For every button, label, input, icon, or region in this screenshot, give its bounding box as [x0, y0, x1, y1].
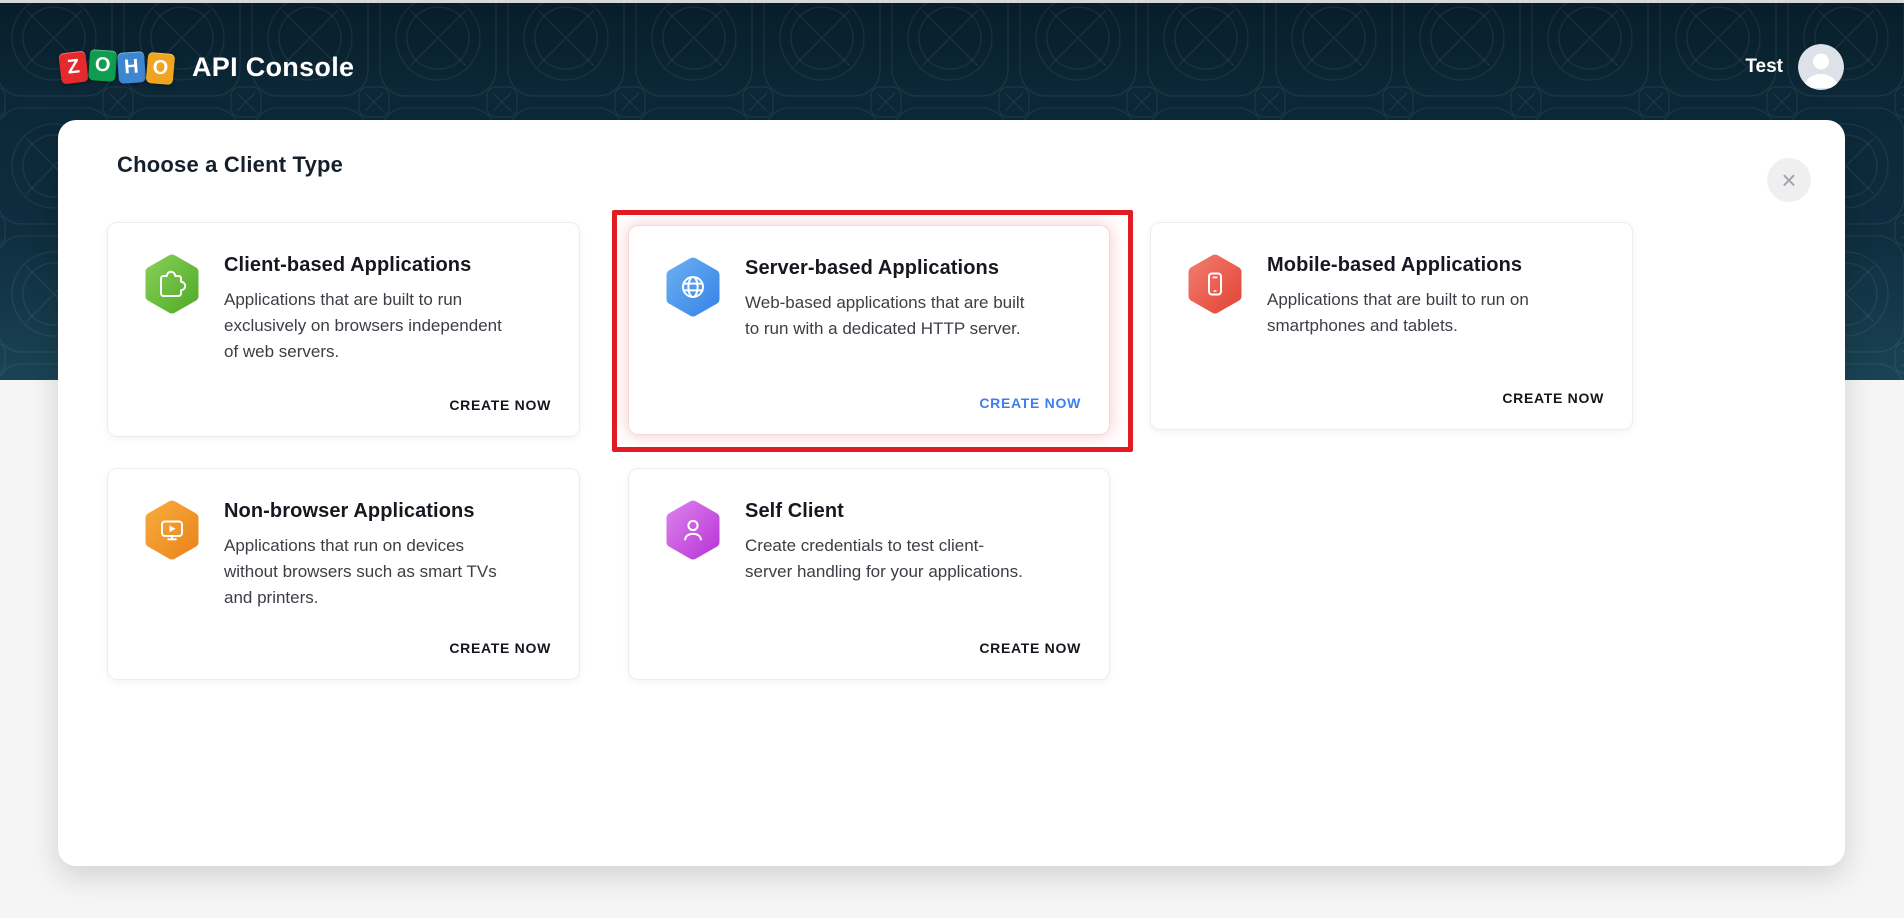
monitor-icon [145, 500, 199, 560]
user-name: Test [1745, 56, 1783, 77]
card-title: Self Client [745, 500, 844, 522]
card-title: Non-browser Applications [224, 500, 475, 522]
globe-icon [666, 257, 720, 317]
logo-tile-o1: O [88, 48, 118, 82]
logo-tile-o2: O [145, 51, 176, 85]
window-top-edge [0, 0, 1904, 3]
card-description: Applications that are built to run on sm… [1267, 290, 1529, 335]
card-server-based-applications[interactable]: Server-based Applications Web-based appl… [628, 225, 1110, 435]
close-icon[interactable]: × [1767, 158, 1811, 202]
puzzle-icon [145, 254, 199, 314]
card-description: Applications that run on devices without… [224, 536, 497, 607]
create-now-link[interactable]: CREATE NOW [979, 395, 1081, 411]
card-non-browser-applications[interactable]: Non-browser Applications Applications th… [107, 468, 580, 680]
choose-client-type-dialog: Choose a Client Type × Client-based Appl… [58, 120, 1845, 866]
card-title: Mobile-based Applications [1267, 254, 1523, 276]
user-area[interactable]: Test [1745, 44, 1844, 90]
create-now-link[interactable]: CREATE NOW [1502, 390, 1604, 406]
create-now-link[interactable]: CREATE NOW [449, 397, 551, 413]
card-description: Applications that are built to run exclu… [224, 290, 502, 361]
card-title: Client-based Applications [224, 254, 472, 276]
create-now-link[interactable]: CREATE NOW [979, 640, 1081, 656]
avatar[interactable] [1798, 44, 1844, 90]
card-self-client[interactable]: Self Client Create credentials to test c… [628, 468, 1110, 680]
card-description: Web-based applications that are built to… [745, 293, 1025, 338]
logo-tile-h: H [116, 50, 147, 84]
app-title: API Console [192, 51, 355, 82]
smartphone-icon [1188, 254, 1242, 314]
dialog-title: Choose a Client Type [117, 152, 344, 177]
app-header: Z O H O API Console Test [0, 34, 1904, 100]
card-title: Server-based Applications [745, 257, 1000, 279]
card-client-based-applications[interactable]: Client-based Applications Applications t… [107, 222, 580, 437]
logo-tile-z: Z [58, 49, 89, 85]
card-mobile-based-applications[interactable]: Mobile-based Applications Applications t… [1150, 222, 1633, 430]
zoho-logo-tiles: Z O H O [58, 48, 176, 85]
person-icon [666, 500, 720, 560]
create-now-link[interactable]: CREATE NOW [449, 640, 551, 656]
card-description: Create credentials to test client-server… [745, 536, 1023, 581]
zoho-logo[interactable]: Z O H O API Console [58, 48, 355, 85]
